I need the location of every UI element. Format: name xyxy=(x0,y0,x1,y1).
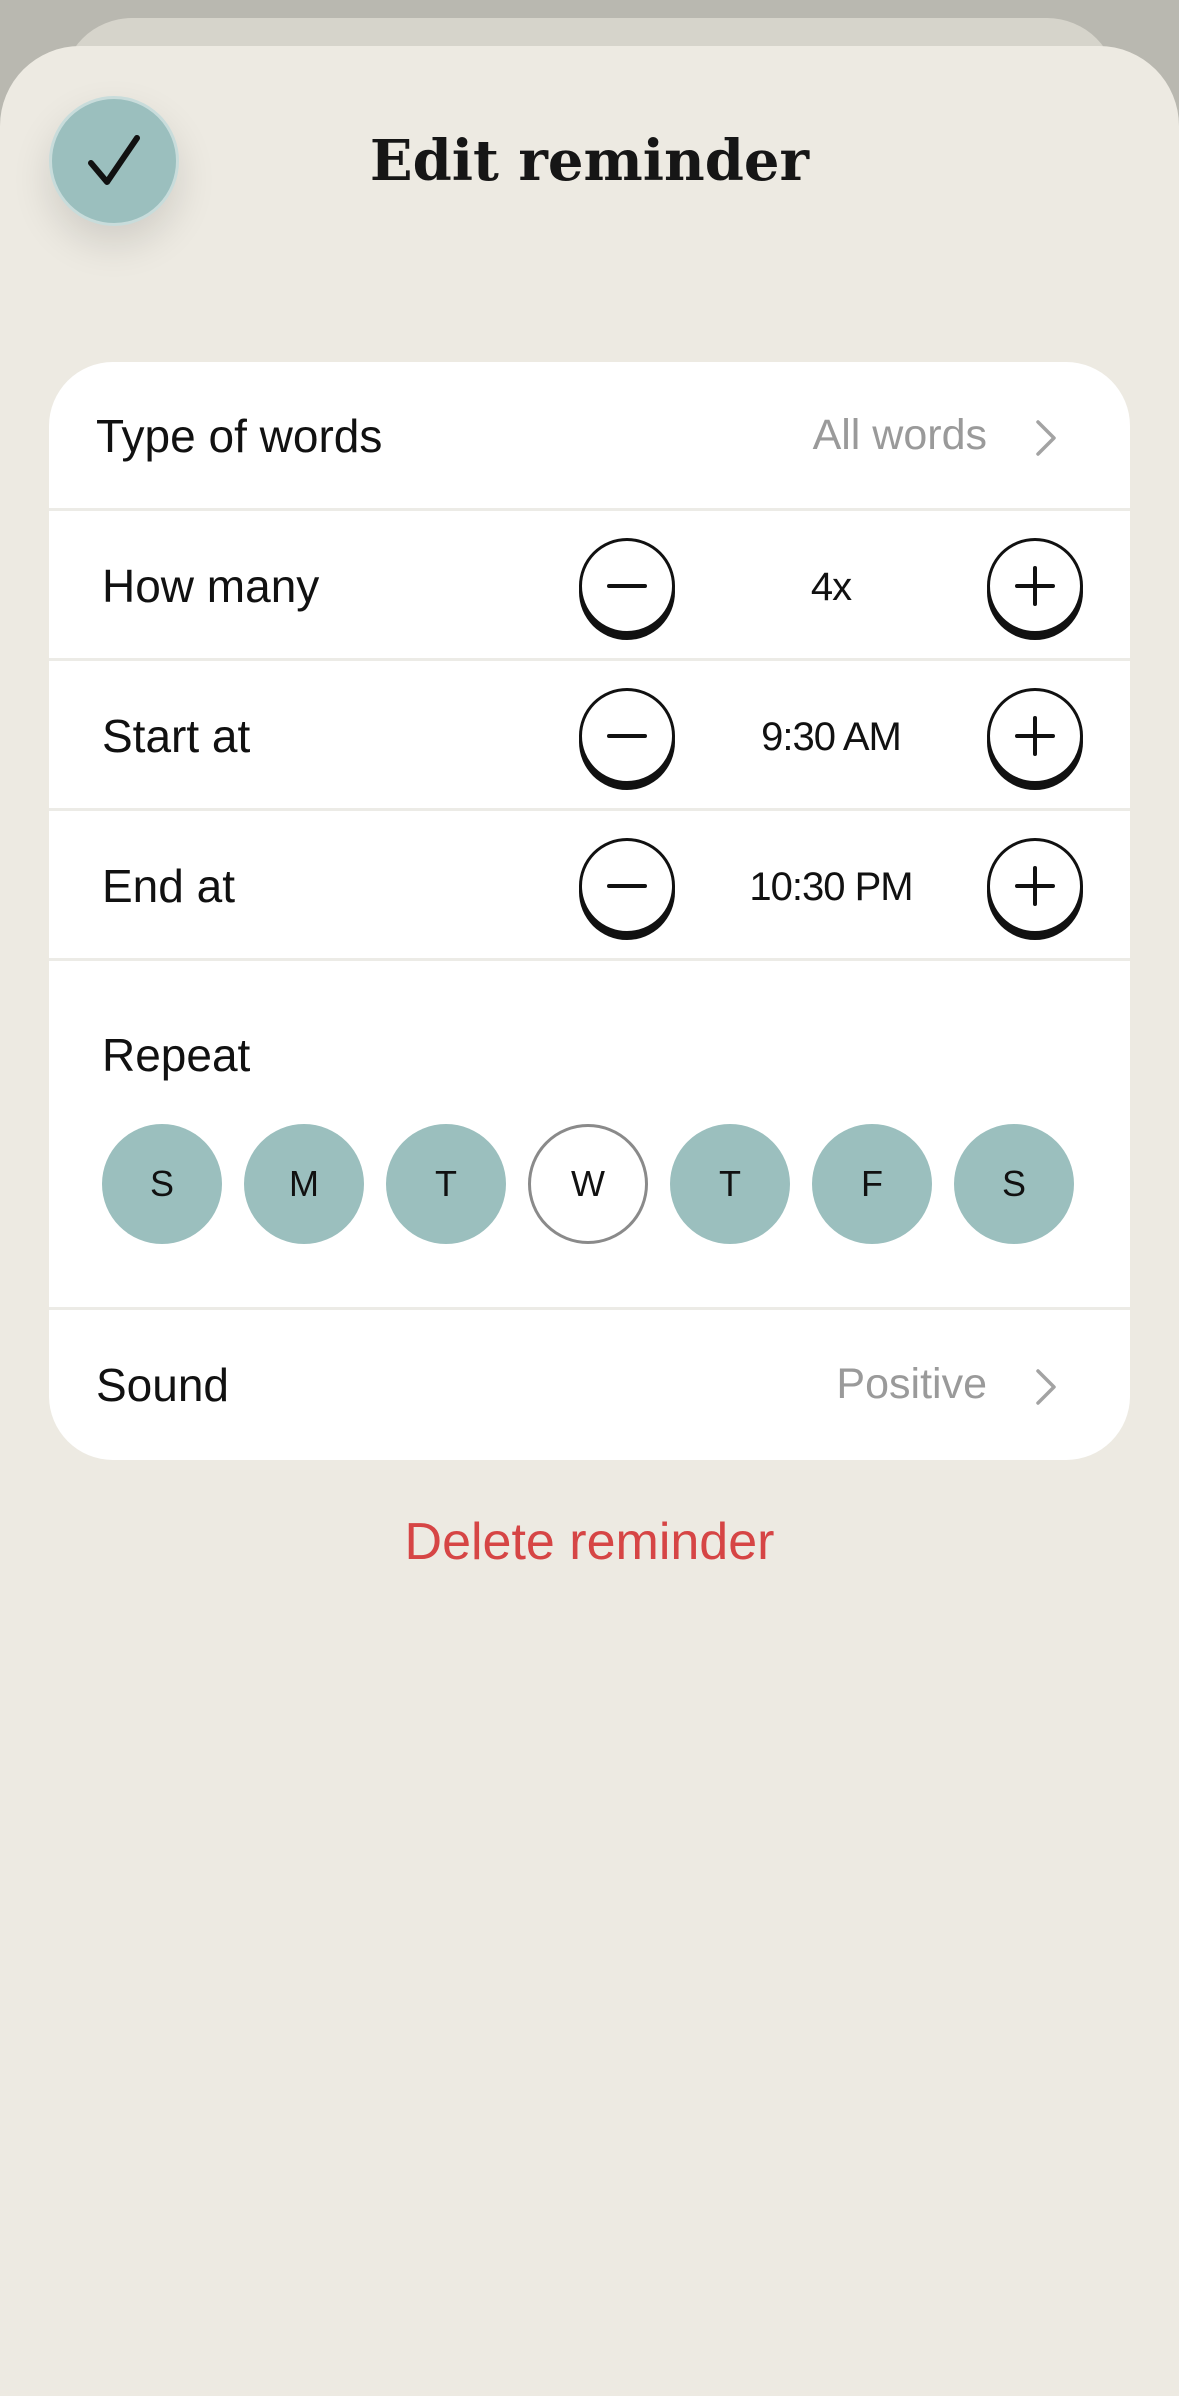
start-at-label: Start at xyxy=(102,710,251,762)
delete-reminder-button[interactable]: Delete reminder xyxy=(0,1512,1179,1572)
day-toggle-sunday[interactable]: S xyxy=(102,1124,222,1244)
how-many-row: How many 4x xyxy=(49,511,1130,661)
plus-icon xyxy=(1015,716,1055,756)
type-of-words-label: Type of words xyxy=(96,410,383,462)
end-at-decrease-button[interactable] xyxy=(579,838,675,934)
how-many-decrease-button[interactable] xyxy=(579,538,675,634)
day-toggle-monday[interactable]: M xyxy=(244,1124,364,1244)
end-at-row: End at 10:30 PM xyxy=(49,811,1130,961)
how-many-increase-button[interactable] xyxy=(987,538,1083,634)
start-at-row: Start at 9:30 AM xyxy=(49,661,1130,811)
plus-icon xyxy=(1015,566,1055,606)
settings-card: Type of words All words How many 4x Star… xyxy=(49,362,1130,1460)
how-many-label: How many xyxy=(102,560,320,612)
how-many-value: 4x xyxy=(810,565,852,609)
day-toggle-thursday[interactable]: T xyxy=(670,1124,790,1244)
type-of-words-row[interactable]: Type of words All words xyxy=(49,362,1130,511)
sound-label: Sound xyxy=(96,1359,230,1411)
start-at-decrease-button[interactable] xyxy=(579,688,675,784)
day-toggle-saturday[interactable]: S xyxy=(954,1124,1074,1244)
type-of-words-value: All words xyxy=(812,411,987,459)
repeat-label: Repeat xyxy=(102,1029,251,1081)
minus-icon xyxy=(607,584,647,588)
chevron-right-icon xyxy=(1036,420,1056,456)
minus-icon xyxy=(607,734,647,738)
day-toggle-tuesday[interactable]: T xyxy=(386,1124,506,1244)
day-toggle-wednesday[interactable]: W xyxy=(528,1124,648,1244)
plus-icon xyxy=(1015,866,1055,906)
end-at-value: 10:30 PM xyxy=(749,865,913,909)
end-at-label: End at xyxy=(102,860,235,912)
chevron-right-icon xyxy=(1036,1369,1056,1405)
start-at-increase-button[interactable] xyxy=(987,688,1083,784)
sound-row[interactable]: Sound Positive xyxy=(49,1307,1130,1460)
day-toggle-friday[interactable]: F xyxy=(812,1124,932,1244)
page-title: Edit reminder xyxy=(369,128,810,194)
sound-value: Positive xyxy=(836,1360,987,1408)
repeat-days: S M T W T F S xyxy=(102,1124,1074,1244)
end-at-increase-button[interactable] xyxy=(987,838,1083,934)
minus-icon xyxy=(607,884,647,888)
start-at-value: 9:30 AM xyxy=(761,715,902,759)
